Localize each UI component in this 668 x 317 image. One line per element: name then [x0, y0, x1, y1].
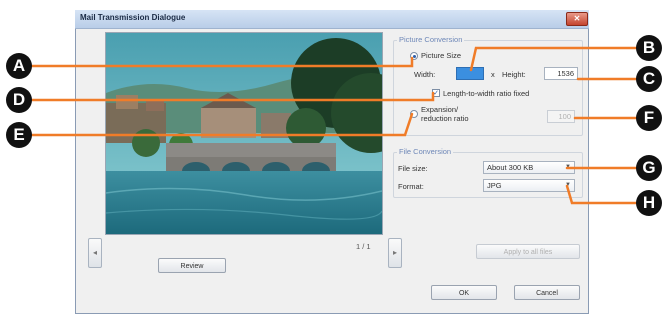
callout-badge-g: G	[636, 155, 662, 181]
width-label: Width:	[414, 70, 436, 79]
expansion-label-line1: Expansion/	[421, 105, 459, 114]
page-indicator: 1 / 1	[356, 242, 371, 251]
scenery-image	[106, 33, 382, 234]
height-input[interactable]: 1536	[544, 67, 578, 80]
previous-picture-button[interactable]: ◂	[88, 238, 102, 268]
picture-size-label: Picture Size	[421, 51, 462, 60]
file-size-value: About 300 KB	[487, 163, 534, 172]
file-size-select[interactable]: About 300 KB ▼	[483, 161, 575, 174]
callout-badge-c: C	[636, 66, 662, 92]
picture-preview	[105, 32, 383, 235]
chevron-down-icon: ▼	[565, 182, 571, 188]
dialog-title: Mail Transmission Dialogue	[80, 13, 186, 22]
times-sign: x	[491, 70, 495, 79]
picture-size-radio[interactable]	[410, 52, 418, 60]
ratio-fixed-checkbox[interactable]: ✓	[432, 89, 440, 97]
chevron-down-icon: ▼	[565, 164, 571, 170]
file-size-label: File size:	[398, 164, 428, 173]
apply-to-all-button[interactable]: Apply to all files	[476, 244, 580, 259]
picture-conversion-label: Picture Conversion	[397, 35, 465, 44]
format-label: Format:	[398, 182, 424, 191]
height-label: Height:	[502, 70, 526, 79]
callout-badge-f: F	[636, 105, 662, 131]
callout-badge-e: E	[6, 122, 32, 148]
ok-button[interactable]: OK	[431, 285, 497, 300]
callout-badge-b: B	[636, 35, 662, 61]
expansion-ratio-input[interactable]: 100	[547, 110, 575, 123]
expansion-ratio-radio[interactable]	[410, 110, 418, 118]
format-value: JPG	[487, 181, 502, 190]
cancel-button[interactable]: Cancel	[514, 285, 580, 300]
next-picture-button[interactable]: ▸	[388, 238, 402, 268]
expansion-label-line2: reduction ratio	[421, 114, 469, 123]
callout-badge-a: A	[6, 53, 32, 79]
format-select[interactable]: JPG ▼	[483, 179, 575, 192]
ratio-fixed-label: Length-to-width ratio fixed	[443, 89, 530, 98]
callout-badge-h: H	[636, 190, 662, 216]
callout-badge-d: D	[6, 87, 32, 113]
width-input[interactable]	[456, 67, 484, 80]
review-button[interactable]: Review	[158, 258, 226, 273]
file-conversion-label: File Conversion	[397, 147, 454, 156]
close-button[interactable]: ✕	[566, 12, 588, 26]
